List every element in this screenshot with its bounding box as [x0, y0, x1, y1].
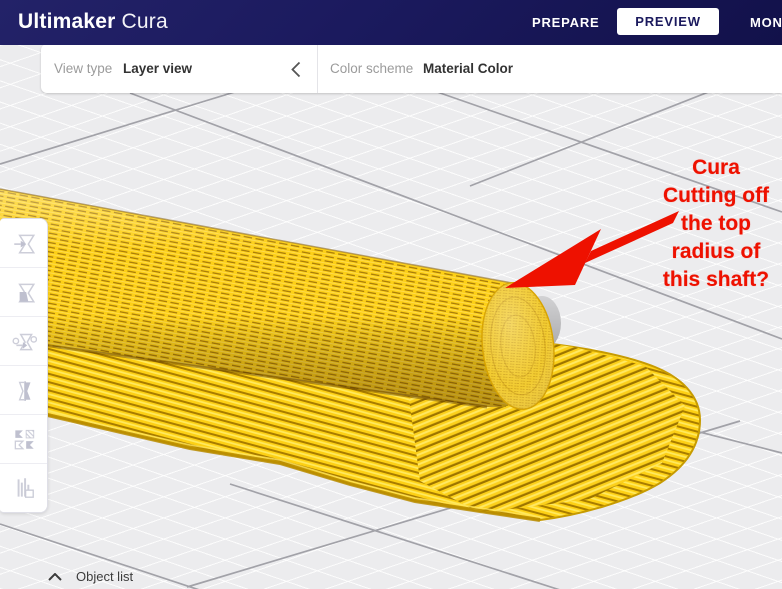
- scale-icon: [11, 279, 37, 305]
- scene-canvas: [0, 45, 782, 589]
- per-model-settings-button[interactable]: [0, 415, 47, 464]
- brand-light: Cura: [122, 10, 168, 33]
- support-blocker-icon: [11, 475, 37, 501]
- move-tool-button[interactable]: [0, 219, 47, 268]
- per-model-settings-icon: [11, 426, 37, 452]
- support-blocker-button[interactable]: [0, 464, 47, 512]
- annotation-line: Cutting off: [646, 182, 782, 210]
- scale-tool-button[interactable]: [0, 268, 47, 317]
- app-logo: Ultimaker Cura: [18, 10, 168, 34]
- rotate-icon: [11, 328, 37, 354]
- tool-panel: [0, 218, 48, 513]
- object-list-toggle[interactable]: Object list: [48, 569, 133, 584]
- divider: [317, 44, 318, 93]
- annotation-text: Cura Cutting off the top radius of this …: [646, 154, 782, 294]
- color-scheme-dropdown[interactable]: Material Color: [423, 44, 513, 93]
- mirror-icon: [11, 377, 37, 403]
- tab-prepare[interactable]: PREPARE: [532, 0, 599, 45]
- view-type-dropdown[interactable]: Layer view: [123, 44, 192, 93]
- view-type-label: View type: [54, 44, 112, 93]
- chevron-up-icon: [48, 573, 62, 581]
- tab-preview[interactable]: PREVIEW: [617, 8, 719, 35]
- rotate-tool-button[interactable]: [0, 317, 47, 366]
- color-scheme-label: Color scheme: [330, 44, 413, 93]
- object-list-label: Object list: [76, 569, 133, 584]
- annotation-line: Cura: [646, 154, 782, 182]
- view-options-bar: View type Layer view Color scheme Materi…: [41, 44, 782, 93]
- app-header: Ultimaker Cura PREPARE PREVIEW MONITOR: [0, 0, 782, 45]
- brand-bold: Ultimaker: [18, 10, 116, 33]
- collapse-chevron-icon[interactable]: [291, 61, 301, 83]
- tab-monitor[interactable]: MONITOR: [750, 0, 782, 45]
- annotation-line: radius of: [646, 238, 782, 266]
- viewport-3d[interactable]: [0, 45, 782, 589]
- annotation-line: this shaft?: [646, 266, 782, 294]
- mirror-tool-button[interactable]: [0, 366, 47, 415]
- move-icon: [11, 230, 37, 256]
- annotation-line: the top: [646, 210, 782, 238]
